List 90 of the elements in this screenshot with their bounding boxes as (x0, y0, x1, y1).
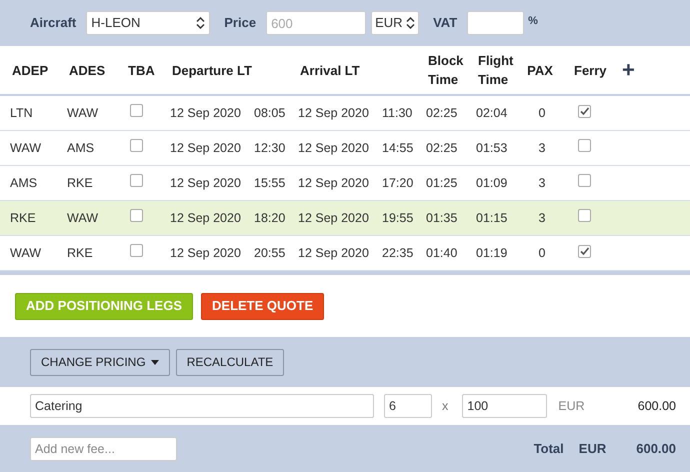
table-cell: 17:20 (382, 176, 414, 190)
table-cell: RKE (67, 176, 93, 190)
checkbox[interactable] (578, 104, 591, 118)
table-cell-text: 3 (538, 210, 546, 227)
fee-currency: EUR (558, 398, 585, 415)
add-leg-button[interactable]: + (622, 59, 635, 81)
table-cell: 02:25 (426, 140, 458, 155)
table-cell: 01:19 (476, 246, 508, 260)
vat-label: VAT (433, 14, 458, 32)
aircraft-select[interactable]: H-LEON (86, 11, 210, 35)
column-header: Arrival LT (300, 62, 360, 80)
checkbox[interactable] (130, 104, 143, 117)
table-cell: 19:55 (382, 210, 414, 225)
new-fee-field[interactable]: Add new fee... (30, 436, 177, 460)
checkbox[interactable] (578, 174, 591, 187)
table-cell: RKE (67, 246, 93, 260)
table-cell: 12 Sep 2020 (170, 246, 241, 260)
column-header: ADES (69, 62, 106, 80)
total-label: Total (534, 440, 564, 458)
total-currency: EUR (578, 440, 606, 458)
table-cell: 01:09 (476, 176, 508, 190)
table-cell: 12 Sep 2020 (170, 140, 241, 155)
table-cell: 01:53 (476, 140, 508, 155)
table-cell: WAW (10, 246, 42, 260)
checkbox[interactable] (130, 208, 143, 222)
checkbox[interactable] (130, 244, 143, 257)
column-header: Flight Time (478, 52, 514, 89)
table-cell: 12 Sep 2020 (298, 140, 369, 155)
column-header: Departure LT (172, 62, 252, 80)
table-cell: 12 Sep 2020 (298, 246, 369, 260)
table-row[interactable]: RKE WAW 12 Sep 2020 18:20 12 Sep 2020 19:55 01:35 01:15 3 (0, 201, 690, 236)
fee-amount: 600.00 (638, 398, 676, 415)
table-cell: 12 Sep 2020 (298, 106, 369, 120)
table-cell: 12:30 (254, 140, 286, 155)
vat-field[interactable] (467, 11, 524, 35)
quantity-field[interactable]: 6 (384, 394, 432, 418)
delete-quote-button[interactable]: DELETE QUOTE (201, 292, 324, 320)
table-cell-text: 3 (538, 174, 546, 192)
table-cell-text: 3 (538, 140, 546, 157)
table-cell: 02:04 (476, 106, 508, 120)
change-pricing-button[interactable]: CHANGE PRICING (30, 348, 170, 376)
recalculate-button[interactable]: RECALCULATE (176, 348, 284, 376)
table-cell: 12 Sep 2020 (170, 210, 241, 225)
table-cell: 02:25 (426, 106, 458, 120)
column-header: Ferry (574, 62, 607, 80)
table-cell: 22:35 (382, 246, 414, 260)
currency-select[interactable]: EUR (371, 11, 420, 35)
table-cell: RKE (10, 210, 36, 225)
total-amount: 600.00 (636, 440, 676, 458)
caret-icon (150, 360, 159, 364)
column-header: ADEP (12, 62, 48, 80)
chevron-icon (406, 17, 416, 29)
table-cell: WAW (67, 210, 98, 225)
table-cell: 15:55 (254, 176, 286, 190)
price-field[interactable]: 600 (266, 11, 366, 35)
checkbox[interactable] (578, 208, 591, 222)
checkbox[interactable] (130, 174, 143, 187)
table-cell: 08:05 (254, 106, 286, 120)
column-header: PAX (527, 62, 553, 80)
chevron-icon (196, 17, 206, 29)
table-cell: 20:55 (254, 246, 286, 260)
table-cell: 14:55 (382, 140, 414, 155)
column-header: TBA (128, 62, 155, 80)
table-cell: 18:20 (254, 210, 286, 225)
table-cell: 12 Sep 2020 (298, 210, 369, 225)
table-cell-text: 0 (538, 244, 546, 262)
table-cell: 01:15 (476, 210, 508, 225)
unit-price-field[interactable]: 100 (462, 394, 548, 418)
checkbox[interactable] (578, 244, 591, 258)
checkbox[interactable] (578, 138, 591, 152)
aircraft-label: Aircraft (30, 14, 76, 32)
table-cell: 01:25 (426, 176, 458, 190)
table-cell: LTN (10, 106, 33, 120)
table-cell: WAW (67, 106, 98, 120)
table-cell: 01:40 (426, 246, 458, 260)
fee-name-field[interactable]: Catering (30, 394, 374, 418)
table-cell: WAW (10, 140, 42, 155)
table-cell-text: 0 (538, 104, 546, 122)
table-cell: 12 Sep 2020 (170, 176, 241, 190)
table-cell: AMS (10, 176, 38, 190)
column-header: Block Time (428, 52, 464, 89)
table-cell: 12 Sep 2020 (298, 176, 369, 190)
multiply-sign: x (442, 398, 448, 415)
price-label: Price (224, 14, 256, 32)
checkbox[interactable] (130, 138, 143, 152)
table-cell: 11:30 (382, 106, 412, 120)
table-cell: 01:35 (426, 210, 458, 225)
percent-sign: % (528, 14, 538, 29)
table-cell: 12 Sep 2020 (170, 106, 241, 120)
table-cell: AMS (67, 140, 94, 155)
